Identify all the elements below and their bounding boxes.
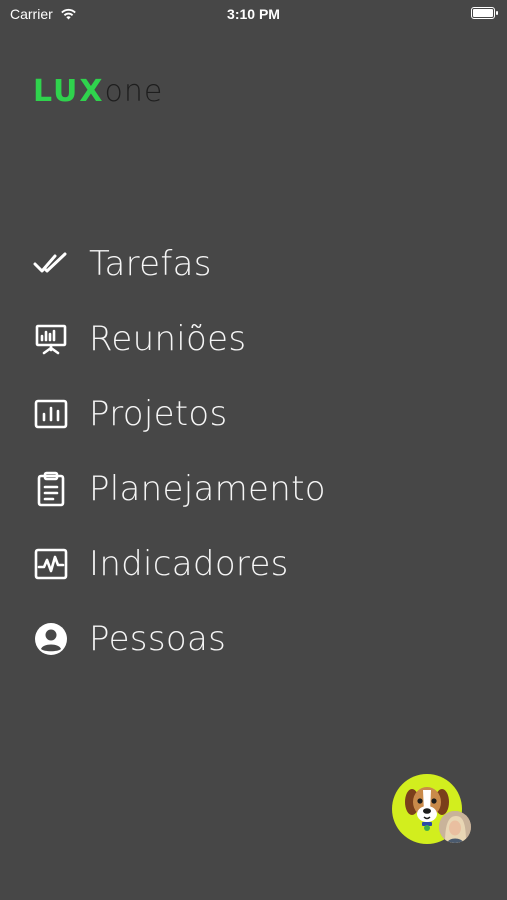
menu-label-tarefas: Tarefas	[89, 243, 212, 284]
menu-item-pessoas[interactable]: Pessoas	[0, 601, 507, 676]
logo-lux: LUX	[33, 74, 105, 109]
menu-label-planejamento: Planejamento	[89, 468, 326, 509]
main-menu: Tarefas Reuniões Projetos Planejamento I…	[0, 226, 507, 676]
account-circle-icon	[33, 621, 69, 657]
menu-label-reunioes: Reuniões	[89, 318, 247, 359]
presentation-icon	[33, 321, 69, 357]
activity-chart-icon	[33, 546, 69, 582]
menu-item-planejamento[interactable]: Planejamento	[0, 451, 507, 526]
menu-item-projetos[interactable]: Projetos	[0, 376, 507, 451]
menu-item-indicadores[interactable]: Indicadores	[0, 526, 507, 601]
user-photo-icon	[439, 811, 471, 843]
logo-one: one	[104, 74, 164, 109]
app-logo: LUX one	[33, 74, 163, 109]
status-time: 3:10 PM	[227, 6, 280, 22]
menu-label-projetos: Projetos	[89, 393, 228, 434]
status-bar: Carrier 3:10 PM	[0, 0, 507, 30]
battery-icon	[471, 7, 498, 19]
double-check-icon	[33, 246, 69, 282]
clipboard-icon	[33, 471, 69, 507]
user-avatar[interactable]	[439, 811, 471, 843]
menu-item-reunioes[interactable]: Reuniões	[0, 301, 507, 376]
bar-chart-icon	[33, 396, 69, 432]
menu-label-indicadores: Indicadores	[89, 543, 289, 584]
menu-item-tarefas[interactable]: Tarefas	[0, 226, 507, 301]
menu-label-pessoas: Pessoas	[89, 618, 227, 659]
